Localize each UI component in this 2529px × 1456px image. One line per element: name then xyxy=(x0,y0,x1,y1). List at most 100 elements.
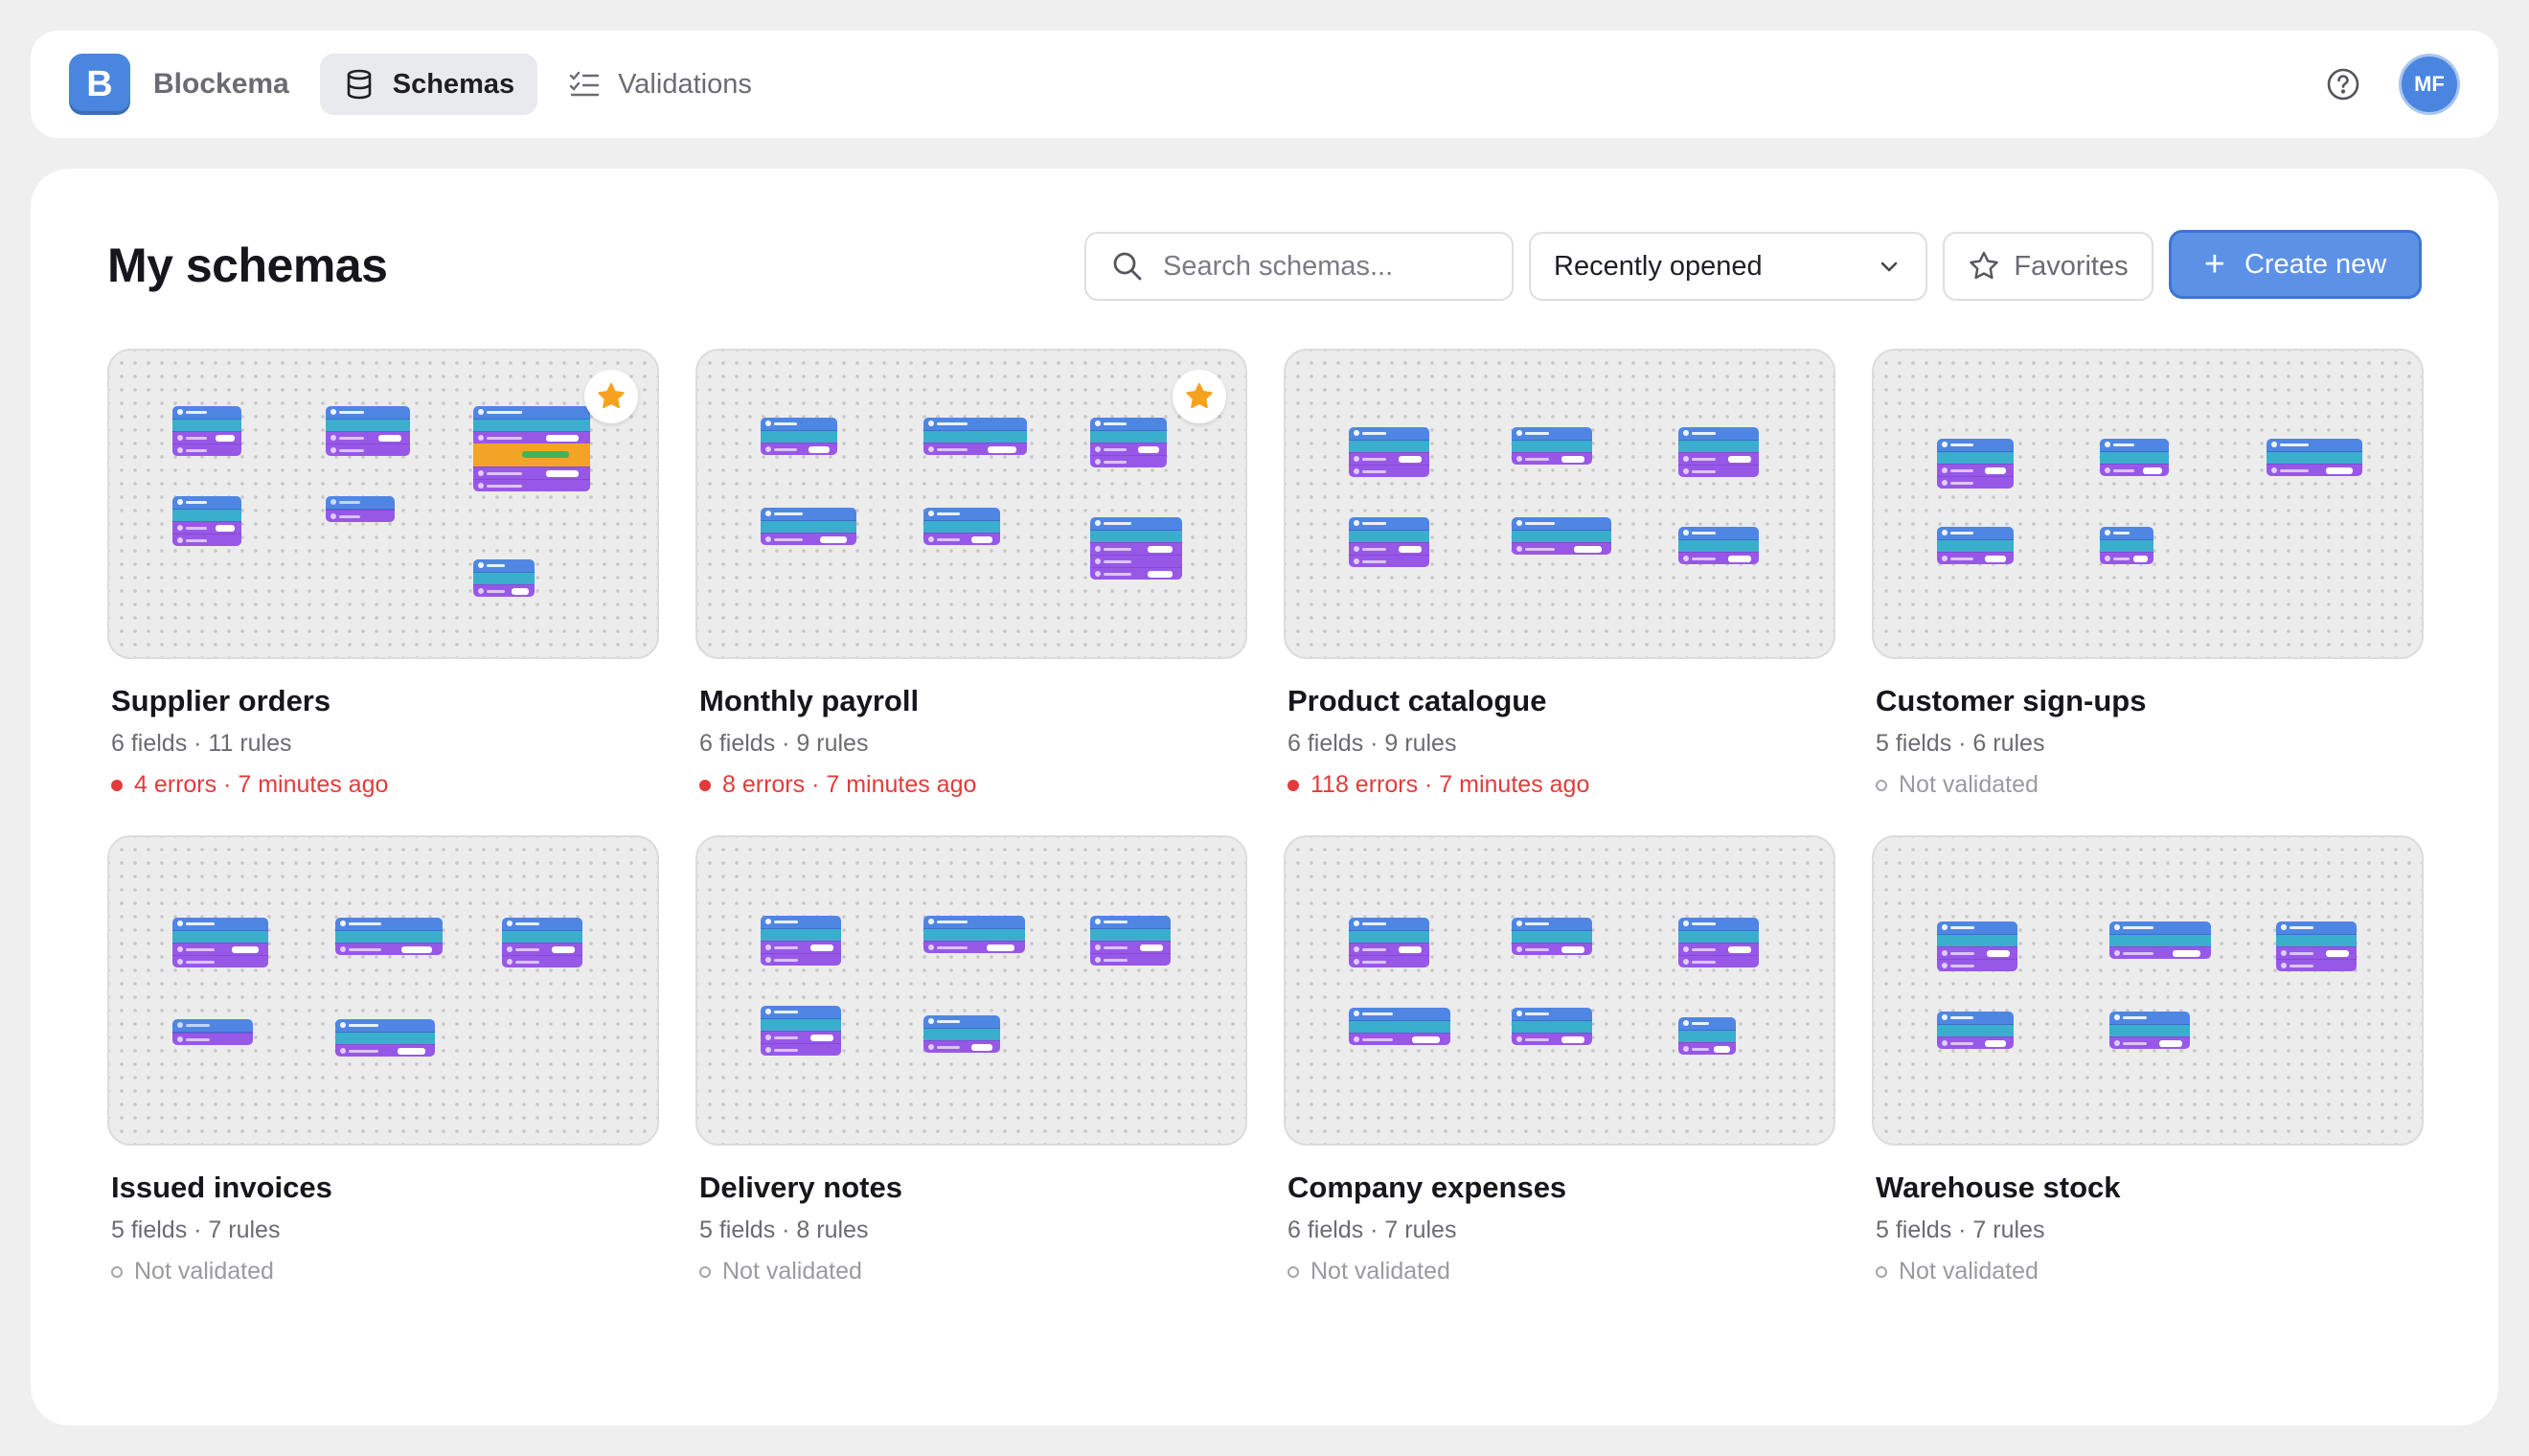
schema-block-preview xyxy=(2109,921,2211,959)
schema-card[interactable]: Customer sign-ups 5 fields · 6 rules Not v… xyxy=(1872,349,2424,799)
schema-block-preview xyxy=(2100,527,2153,564)
search-input[interactable]: Search schemas... xyxy=(1084,232,1514,301)
schema-block-preview xyxy=(1349,918,1429,967)
create-new-button[interactable]: + Create new xyxy=(2169,230,2422,299)
schema-title[interactable]: Customer sign-ups xyxy=(1872,684,2424,718)
validation-status-text: 4 errors · 7 minutes ago xyxy=(134,771,389,798)
schema-meta: 6 fields · 7 rules xyxy=(1287,1217,1457,1243)
schema-title[interactable]: Monthly payroll xyxy=(695,684,1247,718)
status-dot-icon xyxy=(699,779,711,791)
validation-status: 8 errors · 7 minutes ago xyxy=(695,771,1247,799)
schema-thumbnail[interactable] xyxy=(695,349,1247,659)
create-new-label: Create new xyxy=(2244,248,2387,280)
validation-status: 4 errors · 7 minutes ago xyxy=(107,771,659,799)
app-logo[interactable]: B xyxy=(69,54,130,115)
schema-thumbnail[interactable] xyxy=(107,835,659,1146)
schema-title[interactable]: Warehouse stock xyxy=(1872,1171,2424,1205)
schema-card[interactable]: Product catalogue 6 fields · 9 rules 118 e… xyxy=(1284,349,1835,799)
schema-meta: 5 fields · 6 rules xyxy=(1876,730,2045,757)
schema-thumbnail[interactable] xyxy=(107,349,659,659)
schema-block-preview xyxy=(2109,1012,2190,1049)
schema-thumbnail[interactable] xyxy=(695,835,1247,1146)
schema-block-preview xyxy=(923,916,1025,953)
main-panel: My schemas Search schemas... Recently op… xyxy=(31,169,2498,1425)
schema-card[interactable]: Issued invoices 5 fields · 7 rules Not val… xyxy=(107,835,659,1285)
schema-block-preview xyxy=(1349,1008,1450,1045)
status-dot-icon xyxy=(1876,779,1887,791)
favorite-star-icon[interactable] xyxy=(1173,370,1226,423)
validation-status: Not validated xyxy=(695,1258,1247,1285)
schema-meta: 5 fields · 7 rules xyxy=(1876,1217,2045,1243)
schema-card[interactable]: Monthly payroll 6 fields · 9 rules 8 error… xyxy=(695,349,1247,799)
status-dot-icon xyxy=(111,779,123,791)
schema-thumbnail[interactable] xyxy=(1284,835,1835,1146)
schema-meta: 5 fields · 8 rules xyxy=(699,1217,869,1243)
validation-status-text: Not validated xyxy=(1899,771,2039,798)
brand-name: Blockema xyxy=(153,68,289,100)
validation-status: 118 errors · 7 minutes ago xyxy=(1284,771,1835,799)
schema-block-preview xyxy=(172,496,241,546)
validation-status-text: Not validated xyxy=(134,1258,274,1285)
schema-block-preview xyxy=(502,918,582,967)
favorites-label: Favorites xyxy=(2014,250,2129,282)
schema-block-preview xyxy=(1512,517,1611,555)
schema-block-preview xyxy=(1678,527,1759,564)
schema-block-preview xyxy=(1678,918,1759,967)
tab-validations[interactable]: Validations xyxy=(545,54,775,115)
schema-block-preview xyxy=(1937,527,2014,564)
schema-block-preview xyxy=(326,406,410,456)
favorites-button[interactable]: Favorites xyxy=(1943,232,2153,301)
status-dot-icon xyxy=(1287,1265,1299,1278)
help-icon[interactable] xyxy=(2326,67,2360,102)
schema-thumbnail[interactable] xyxy=(1872,835,2424,1146)
schema-card[interactable]: Delivery notes 5 fields · 8 rules Not vali… xyxy=(695,835,1247,1285)
schema-block-preview xyxy=(1512,1008,1592,1045)
validation-status-text: Not validated xyxy=(722,1258,862,1285)
schema-title[interactable]: Company expenses xyxy=(1284,1171,1835,1205)
schema-title[interactable]: Product catalogue xyxy=(1284,684,1835,718)
schema-meta: 6 fields · 11 rules xyxy=(111,730,292,757)
sort-select[interactable]: Recently opened xyxy=(1529,232,1927,301)
schema-block-preview xyxy=(172,918,268,967)
tab-schemas[interactable]: Schemas xyxy=(319,54,538,115)
schema-meta: 6 fields · 9 rules xyxy=(1287,730,1457,757)
schema-block-preview xyxy=(1512,427,1592,465)
schema-block-preview xyxy=(1678,1017,1736,1055)
search-placeholder: Search schemas... xyxy=(1163,250,1394,282)
validation-status: Not validated xyxy=(1872,1258,2424,1285)
schema-block-preview xyxy=(473,559,535,597)
schema-block-preview xyxy=(761,418,837,455)
validation-status: Not validated xyxy=(1872,771,2424,799)
favorite-star-icon[interactable] xyxy=(584,370,638,423)
tab-schemas-label: Schemas xyxy=(392,68,515,100)
validation-status-text: Not validated xyxy=(1899,1258,2039,1285)
schema-block-preview xyxy=(1678,427,1759,477)
schema-meta: 5 fields · 7 rules xyxy=(111,1217,281,1243)
schema-title[interactable]: Supplier orders xyxy=(107,684,659,718)
schema-block-preview xyxy=(1090,916,1171,966)
schema-thumbnail[interactable] xyxy=(1872,349,2424,659)
schema-title[interactable]: Delivery notes xyxy=(695,1171,1247,1205)
schema-block-preview xyxy=(335,1019,435,1057)
schema-card[interactable]: Warehouse stock 5 fields · 7 rules Not val… xyxy=(1872,835,2424,1285)
schema-block-preview xyxy=(1937,921,2017,971)
schema-thumbnail[interactable] xyxy=(1284,349,1835,659)
schema-block-preview xyxy=(923,418,1027,455)
plus-icon: + xyxy=(2203,244,2225,284)
schema-block-preview xyxy=(923,508,1000,545)
schema-block-preview xyxy=(2100,439,2169,476)
avatar[interactable]: MF xyxy=(2399,54,2460,115)
schema-card[interactable]: Supplier orders 6 fields · 11 rules 4 erro… xyxy=(107,349,659,799)
status-dot-icon xyxy=(1287,779,1299,791)
schema-block-preview xyxy=(761,1006,841,1056)
search-icon xyxy=(1111,250,1144,283)
schema-block-preview xyxy=(335,918,443,955)
schema-title[interactable]: Issued invoices xyxy=(107,1171,659,1205)
schema-meta: 6 fields · 9 rules xyxy=(699,730,869,757)
top-bar: B Blockema Schemas Validations MF xyxy=(31,31,2498,138)
schema-card[interactable]: Company expenses 6 fields · 7 rules Not va… xyxy=(1284,835,1835,1285)
schema-block-preview xyxy=(1512,918,1592,955)
schema-block-preview xyxy=(2267,439,2362,476)
schema-block-preview xyxy=(1937,439,2014,489)
validation-status-text: Not validated xyxy=(1310,1258,1450,1285)
